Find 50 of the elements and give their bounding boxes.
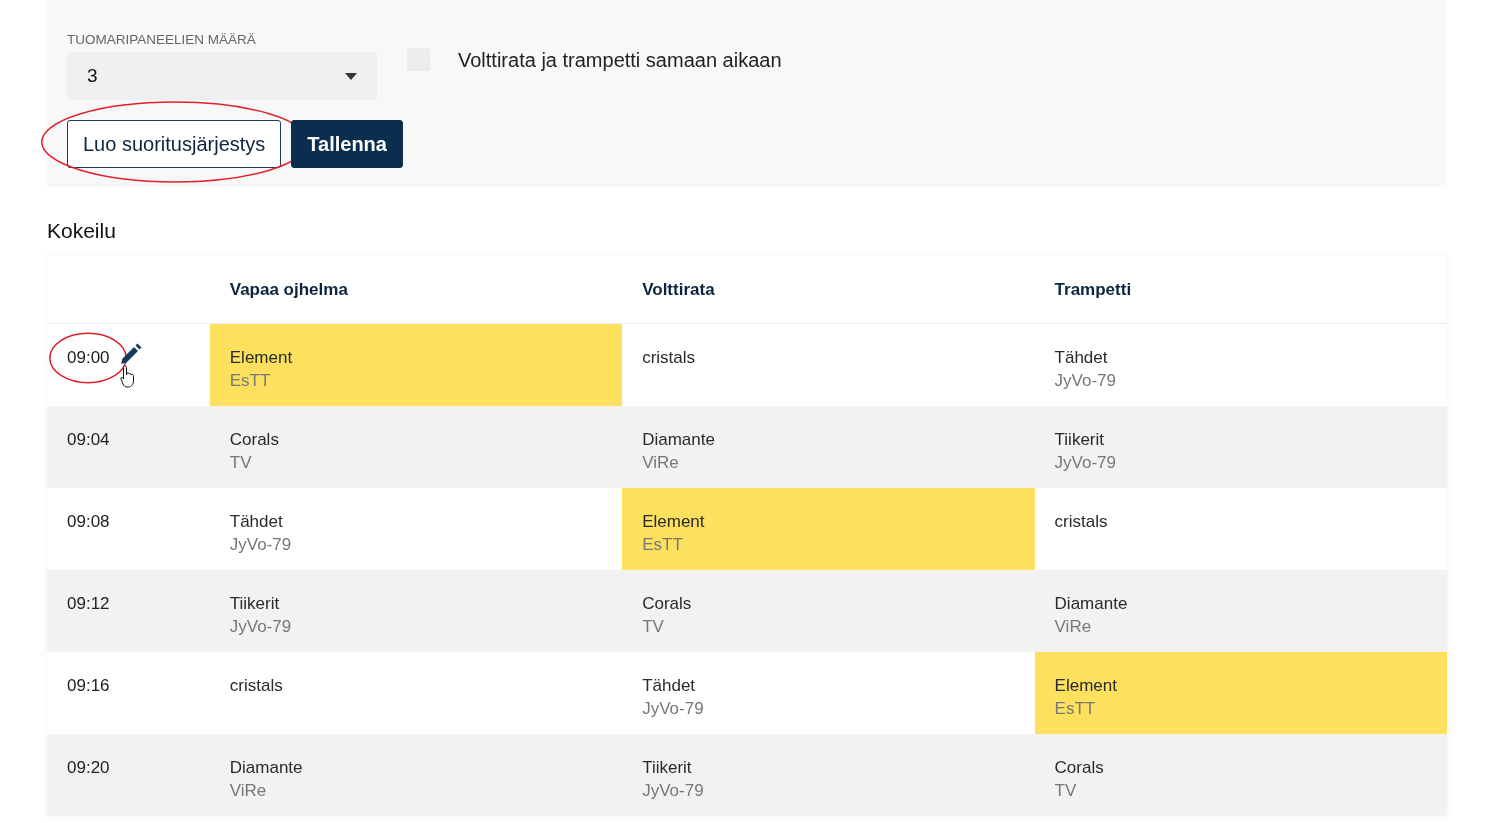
panel-count-select[interactable]: 3 <box>67 52 377 100</box>
club-name: ViRe <box>229 780 268 802</box>
club-name: JyVo-79 <box>642 698 705 720</box>
time-cell: 09:08 <box>67 512 110 531</box>
team-name: Tiikerit <box>229 593 281 615</box>
checkbox-label: Volttirata ja trampetti samaan aikaan <box>458 48 782 72</box>
club-name: JyVo-79 <box>642 780 705 802</box>
select-value: 3 <box>87 63 98 88</box>
club-name: JyVo-79 <box>229 534 293 556</box>
club-name: JyVo-79 <box>229 616 293 638</box>
column-header: Trampetti <box>1053 278 1133 301</box>
time-cell: 09:20 <box>67 758 110 777</box>
club-name: EsTT <box>229 370 272 392</box>
club-name: TV <box>1054 780 1078 802</box>
team-name: Tähdet <box>1054 347 1109 369</box>
save-button[interactable]: Tallenna <box>291 120 403 168</box>
club-name: EsTT <box>642 534 684 556</box>
club-name: TV <box>229 452 253 474</box>
team-name: Diamante <box>1054 593 1129 615</box>
club-name: ViRe <box>642 452 680 474</box>
team-name: Tähdet <box>229 511 284 533</box>
dropdown-caret-icon <box>345 72 357 80</box>
time-cell: 09:12 <box>67 594 110 613</box>
club-name: JyVo-79 <box>1054 452 1117 474</box>
team-name: Diamante <box>642 429 716 451</box>
team-name: Corals <box>1054 757 1105 779</box>
time-cell: 09:00 <box>67 348 110 367</box>
team-name: Corals <box>229 429 280 451</box>
team-name: cristals <box>642 347 697 369</box>
section-title: Kokeilu <box>47 218 117 244</box>
team-name: Tiikerit <box>642 757 693 779</box>
time-cell: 09:04 <box>67 430 110 449</box>
club-name: EsTT <box>1054 698 1097 720</box>
team-name: Corals <box>642 593 693 615</box>
team-name: Element <box>1054 675 1118 697</box>
club-name: JyVo-79 <box>1054 370 1117 392</box>
club-name: ViRe <box>1054 616 1093 638</box>
column-header: Volttirata <box>641 278 716 301</box>
create-order-button[interactable]: Luo suoritusjärjestys <box>67 120 282 168</box>
club-name: TV <box>642 616 665 638</box>
team-name: Diamante <box>229 757 304 779</box>
team-name: cristals <box>1054 511 1109 533</box>
column-header: Vapaa ojhelma <box>228 278 349 301</box>
time-cell: 09:16 <box>67 676 110 695</box>
field-label: TUOMARIPANEELIEN MÄÄRÄ <box>67 32 257 48</box>
team-name: Element <box>642 511 706 533</box>
team-name: Tiikerit <box>1054 429 1105 451</box>
team-name: Tähdet <box>642 675 697 697</box>
team-name: Element <box>229 347 294 369</box>
team-name: cristals <box>229 675 284 697</box>
